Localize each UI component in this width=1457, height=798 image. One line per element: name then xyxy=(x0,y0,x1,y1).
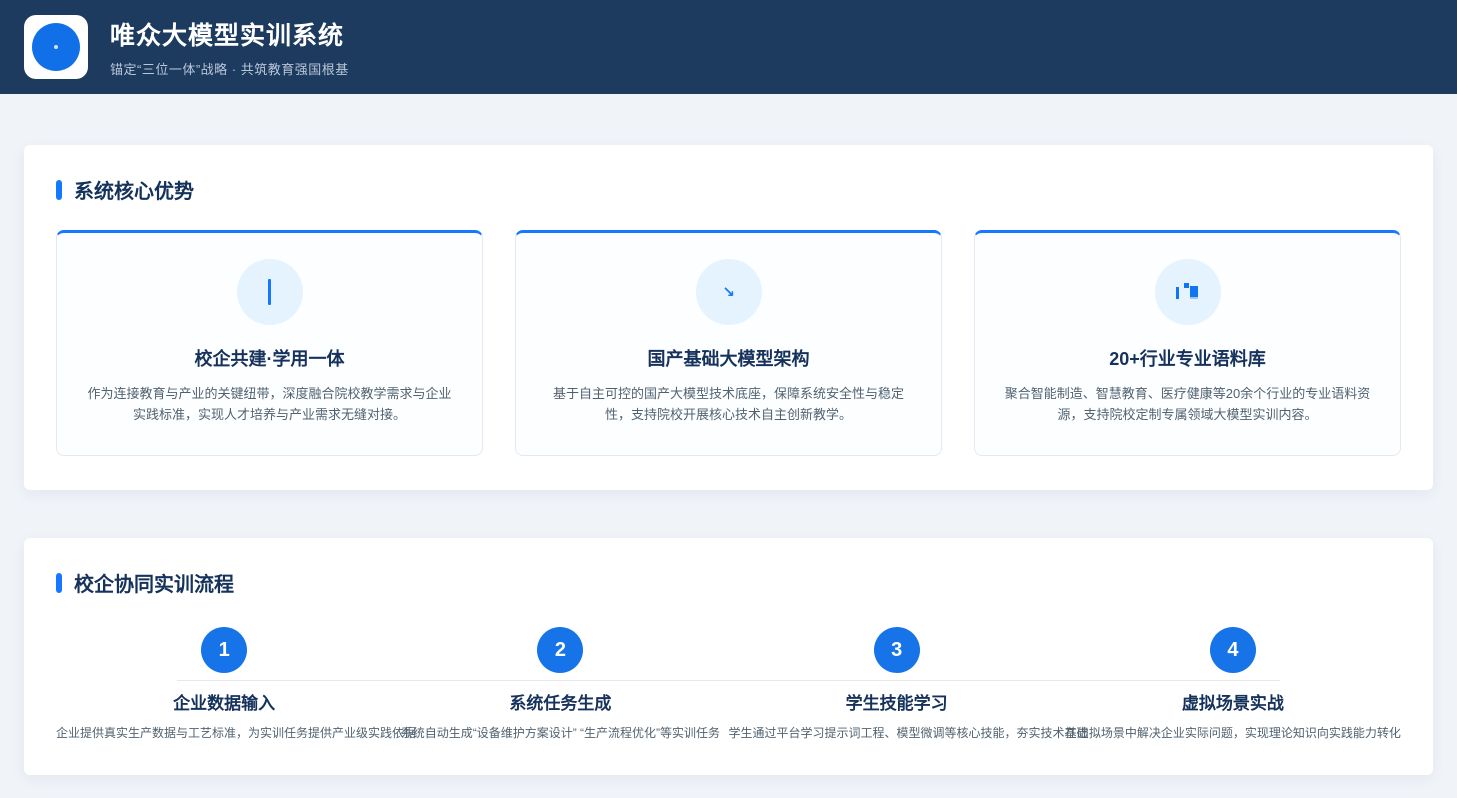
app-header: 唯众大模型实训系统 锚定“三位一体”战略 · 共筑教育强国根基 xyxy=(0,0,1457,94)
advantage-cards-row: 校企共建·学用一体 作为连接教育与产业的关键纽带，深度融合院校教学需求与企业实践… xyxy=(56,230,1401,456)
step-description: 系统自动生成“设备维护方案设计” “生产流程优化”等实训任务 xyxy=(400,726,721,740)
logo-circle-icon xyxy=(32,23,80,71)
section-advantages-header: 系统核心优势 xyxy=(56,175,1401,204)
step-title: 虚拟场景实战 xyxy=(1181,694,1284,713)
advantage-card-title: 国产基础大模型架构 xyxy=(647,349,810,369)
header-text: 唯众大模型实训系统 锚定“三位一体”战略 · 共筑教育强国根基 xyxy=(110,16,349,78)
accent-bar-icon xyxy=(56,179,62,200)
section-process-title: 校企协同实训流程 xyxy=(74,574,234,596)
step-description: 学生通过平台学习提示词工程、模型微调等核心技能，夯实技术基础 xyxy=(728,726,1089,740)
app-logo xyxy=(24,15,88,79)
vertical-bar-icon xyxy=(268,279,271,305)
accent-bar-icon xyxy=(56,572,62,593)
advantage-card-industry-corpus: 20+行业专业语料库 聚合智能制造、智慧教育、医疗健康等20余个行业的专业语料资… xyxy=(974,230,1401,456)
card-icon-circle xyxy=(236,259,303,325)
advantage-card-description: 作为连接教育与产业的关键纽带，深度融合院校教学需求与企业实践标准，实现人才培养与… xyxy=(87,386,452,422)
advantage-card-title: 校企共建·学用一体 xyxy=(194,349,345,369)
advantage-card-domestic-model: ↘ 国产基础大模型架构 基于自主可控的国产大模型技术底座，保障系统安全性与稳定性… xyxy=(515,230,942,456)
step-item-1: 1 企业数据输入 企业提供真实生产数据与工艺标准，为实训任务提供产业级实践依据 xyxy=(56,627,417,741)
card-icon-circle xyxy=(1154,259,1221,325)
app-subtitle: 锚定“三位一体”战略 · 共筑教育强国根基 xyxy=(110,62,349,77)
step-title: 学生技能学习 xyxy=(845,694,948,713)
advantage-card-title: 20+行业专业语料库 xyxy=(1109,349,1266,369)
process-steps-row: 1 企业数据输入 企业提供真实生产数据与工艺标准，为实训任务提供产业级实践依据 … xyxy=(56,627,1401,741)
step-item-2: 2 系统任务生成 系统自动生成“设备维护方案设计” “生产流程优化”等实训任务 xyxy=(392,627,728,741)
step-number-badge: 1 xyxy=(201,627,248,673)
advantage-card-school-enterprise: 校企共建·学用一体 作为连接教育与产业的关键纽带，深度融合院校教学需求与企业实践… xyxy=(56,230,483,456)
advantage-card-description: 聚合智能制造、智慧教育、医疗健康等20余个行业的专业语料资源，支持院校定制专属领… xyxy=(1004,386,1371,422)
bar-chart-icon xyxy=(1176,283,1198,299)
advantage-card-description: 基于自主可控的国产大模型技术底座，保障系统安全性与稳定性，支持院校开展核心技术自… xyxy=(552,386,904,422)
step-title: 系统任务生成 xyxy=(509,694,612,713)
step-number-badge: 2 xyxy=(537,627,584,673)
step-item-4: 4 虚拟场景实战 在虚拟场景中解决企业实际问题，实现理论知识向实践能力转化 xyxy=(1065,627,1401,741)
step-description: 在虚拟场景中解决企业实际问题，实现理论知识向实践能力转化 xyxy=(1064,726,1401,740)
section-advantages: 系统核心优势 校企共建·学用一体 作为连接教育与产业的关键纽带，深度融合院校教学… xyxy=(24,145,1433,490)
app-title: 唯众大模型实训系统 xyxy=(110,22,345,50)
step-title: 企业数据输入 xyxy=(173,694,276,713)
step-number-badge: 4 xyxy=(1209,627,1256,673)
arrow-down-right-icon: ↘ xyxy=(722,283,735,301)
section-process: 校企协同实训流程 1 企业数据输入 企业提供真实生产数据与工艺标准，为实训任务提… xyxy=(24,538,1433,775)
step-item-3: 3 学生技能学习 学生通过平台学习提示词工程、模型微调等核心技能，夯实技术基础 xyxy=(728,627,1089,741)
card-icon-circle: ↘ xyxy=(695,259,762,325)
section-process-header: 校企协同实训流程 xyxy=(56,568,1401,597)
step-number-badge: 3 xyxy=(873,627,920,673)
step-description: 企业提供真实生产数据与工艺标准，为实训任务提供产业级实践依据 xyxy=(56,726,417,740)
section-advantages-title: 系统核心优势 xyxy=(74,181,194,203)
